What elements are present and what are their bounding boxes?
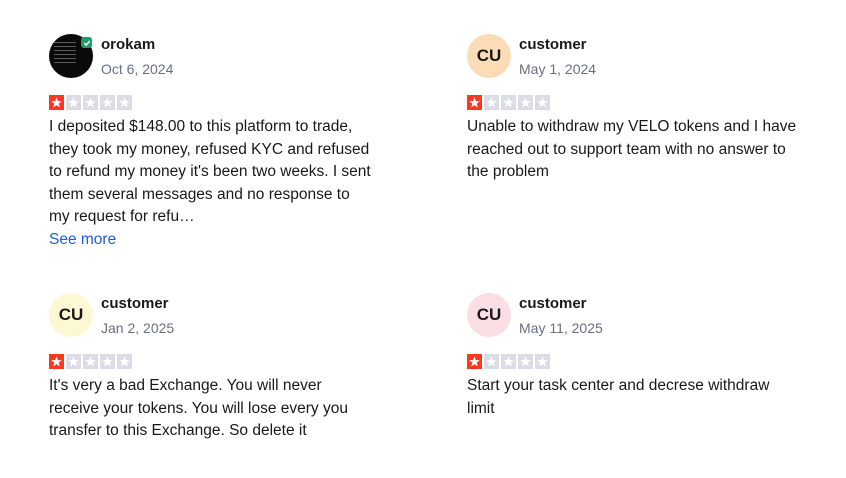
review-date: May 11, 2025	[519, 320, 603, 336]
author-name[interactable]: customer	[519, 36, 596, 54]
author-name[interactable]: customer	[519, 295, 603, 313]
review-date: Oct 6, 2024	[101, 61, 174, 77]
star-empty-icon	[501, 354, 516, 369]
review-date: Jan 2, 2025	[101, 320, 175, 336]
star-empty-icon	[66, 95, 81, 110]
avatar[interactable]	[49, 34, 93, 78]
author-name[interactable]: customer	[101, 295, 174, 313]
star-empty-icon	[484, 354, 499, 369]
star-rating	[467, 354, 797, 369]
review-meta: orokam Oct 6, 2024	[101, 34, 173, 78]
review-date: May 1, 2024	[519, 61, 597, 77]
check-badge-icon	[81, 37, 92, 48]
avatar[interactable]: CU	[49, 293, 93, 337]
star-empty-icon	[484, 95, 499, 110]
star-empty-icon	[66, 354, 81, 369]
review-card: orokam Oct 6, 2024 I deposited $148.00 t…	[49, 34, 379, 251]
star-empty-icon	[83, 354, 98, 369]
review-meta: customer May 11, 2025	[519, 293, 603, 337]
author-name[interactable]: orokam	[101, 36, 173, 54]
star-empty-icon	[518, 354, 533, 369]
avatar[interactable]: CU	[467, 34, 511, 78]
review-card: CU customer Jan 2, 2025 It's very a bad …	[49, 293, 379, 443]
star-empty-icon	[100, 354, 115, 369]
star-empty-icon	[117, 95, 132, 110]
star-rating	[49, 354, 379, 369]
star-rating	[49, 95, 379, 110]
review-meta: customer May 1, 2024	[519, 34, 596, 78]
avatar[interactable]: CU	[467, 293, 511, 337]
star-filled-icon	[49, 95, 64, 110]
review-text: Unable to withdraw my VELO tokens and I …	[467, 118, 797, 180]
star-empty-icon	[535, 95, 550, 110]
review-text: Start your task center and decrese withd…	[467, 377, 770, 417]
star-filled-icon	[49, 354, 64, 369]
star-filled-icon	[467, 354, 482, 369]
review-card: CU customer May 11, 2025 Start your task…	[467, 293, 797, 420]
star-rating	[467, 95, 797, 110]
star-filled-icon	[467, 95, 482, 110]
review-header: orokam Oct 6, 2024	[49, 34, 379, 79]
star-empty-icon	[100, 95, 115, 110]
review-card: CU customer May 1, 2024 Unable to withdr…	[467, 34, 797, 184]
review-header: CU customer Jan 2, 2025	[49, 293, 379, 338]
review-text: I deposited $148.00 to this platform to …	[49, 118, 371, 225]
star-empty-icon	[518, 95, 533, 110]
review-header: CU customer May 11, 2025	[467, 293, 797, 338]
avatar-photo	[54, 42, 76, 66]
review-text: It's very a bad Exchange. You will never…	[49, 377, 348, 439]
star-empty-icon	[83, 95, 98, 110]
review-header: CU customer May 1, 2024	[467, 34, 797, 79]
star-empty-icon	[501, 95, 516, 110]
see-more-link[interactable]: See more	[49, 229, 116, 251]
star-empty-icon	[117, 354, 132, 369]
star-empty-icon	[535, 354, 550, 369]
review-meta: customer Jan 2, 2025	[101, 293, 174, 337]
